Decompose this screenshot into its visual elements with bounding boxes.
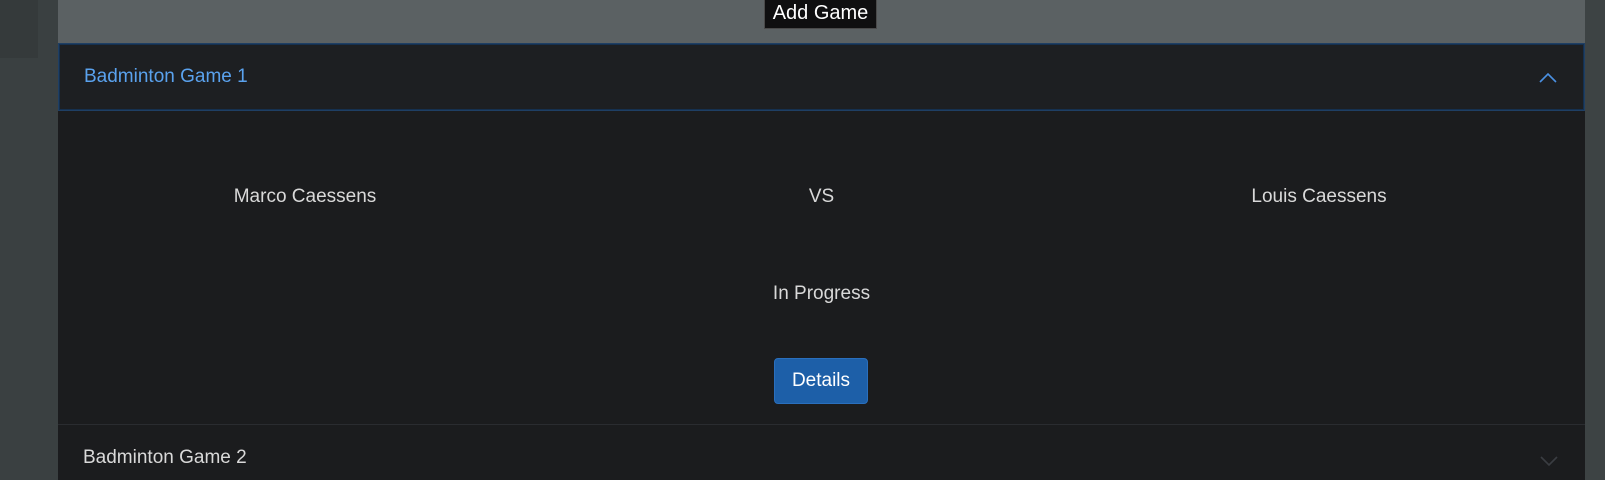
accordion-header-game-2[interactable]: Badminton Game 2 <box>58 425 1585 480</box>
game-status: In Progress <box>772 283 871 304</box>
accordion-title-game-2: Badminton Game 2 <box>83 447 247 468</box>
games-panel: Add Game Badminton Game 1 Marco Caessens… <box>58 0 1585 480</box>
accordion-title-game-1: Badminton Game 1 <box>84 66 248 87</box>
top-toolbar: Add Game <box>58 0 1585 43</box>
accordion-header-game-1[interactable]: Badminton Game 1 <box>58 43 1585 111</box>
details-button[interactable]: Details <box>774 358 868 404</box>
left-panel-block <box>0 0 38 58</box>
page: Add Game Badminton Game 1 Marco Caessens… <box>0 0 1605 480</box>
chevron-up-icon[interactable] <box>1538 68 1558 88</box>
chevron-down-icon[interactable] <box>1539 451 1559 471</box>
player-two-name: Louis Caessens <box>1251 186 1387 207</box>
add-game-button[interactable]: Add Game <box>764 0 877 29</box>
left-gutter <box>0 0 58 480</box>
right-gutter <box>1585 0 1605 480</box>
accordion-body-game-1: Marco Caessens VS Louis Caessens In Prog… <box>58 111 1585 424</box>
